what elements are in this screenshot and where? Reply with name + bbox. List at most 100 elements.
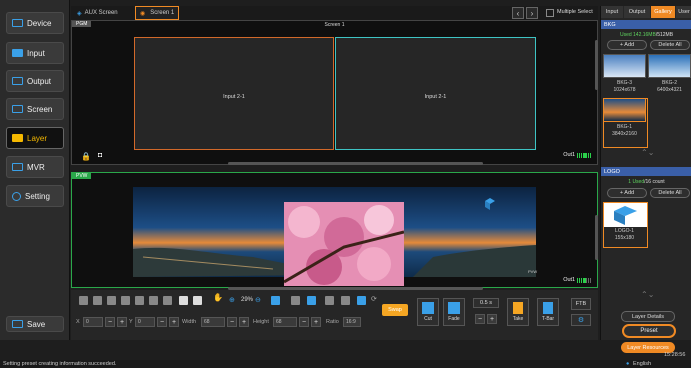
camera-icon[interactable]: ◘ [98,152,102,159]
sidebar-item-device[interactable]: Device [6,12,64,34]
tab-gallery[interactable]: Gallery [651,6,675,18]
pvw-panel[interactable]: PVW PVW Out1 [71,172,598,290]
sidebar-item-input[interactable]: Input [6,42,64,64]
out-label: Out1 [563,152,576,158]
preset-button[interactable]: Preset [622,324,676,338]
sidebar-item-screen[interactable]: Screen [6,98,64,120]
copy-layer-icon[interactable] [193,296,202,305]
bkg-3-thumbnail[interactable] [603,54,646,78]
pgm-panel[interactable]: PGM Screen 1 Input 2-1 Input 2-1 🔒 ◘ Out… [71,20,598,165]
close-window-icon[interactable] [163,296,172,305]
height-input[interactable]: 68 [273,317,297,327]
width-decrement-button[interactable]: − [227,317,237,327]
window-label: Input 2-1 [223,93,245,100]
settings-gear-icon[interactable]: ⚙ [571,314,591,326]
logo-1-size: 155x180 [614,235,635,241]
tab-screen-1[interactable]: ◉ Screen 1 [135,6,180,20]
signal-meter-icon [577,152,591,158]
duration-decrement-button[interactable]: − [475,314,485,324]
bkg-collapse-chevron-icon[interactable]: ⌃⌄ [641,148,654,157]
language-selector[interactable]: English [633,361,651,367]
tab-input[interactable]: Input [601,6,623,18]
align-left-icon[interactable] [79,296,88,305]
align-top-icon[interactable] [121,296,130,305]
sidebar-item-layer[interactable]: Layer [6,127,64,149]
fullscreen-icon[interactable] [179,296,188,305]
logo-add-button[interactable]: + Add [607,188,647,198]
duration-input[interactable]: 0.5 s [473,298,499,308]
zoom-out-icon[interactable]: ⊖ [255,296,261,304]
mirror-icon[interactable] [357,296,366,305]
pvw-vertical-scrollbar[interactable] [595,215,598,260]
logo-overlay-icon[interactable] [483,197,497,211]
image-icon[interactable] [307,296,316,305]
x-increment-button[interactable]: + [117,317,127,327]
swap-button[interactable]: Swap [382,304,408,316]
duration-increment-button[interactable]: + [487,314,497,324]
pgm-vertical-scrollbar[interactable] [595,40,598,90]
signal-meter-icon [577,277,591,283]
fade-button[interactable]: Fade [443,298,465,326]
bkg-add-button[interactable]: + Add [607,40,647,50]
sidebar-item-mvr[interactable]: MVR [6,156,64,178]
fit-screen-icon[interactable] [271,296,280,305]
x-decrement-button[interactable]: − [105,317,115,327]
delete-icon[interactable] [325,296,334,305]
logo-used: 1 Used [628,179,645,185]
ratio-input[interactable]: 16:9 [343,317,361,327]
sidebar-item-output[interactable]: Output [6,70,64,92]
next-arrow-icon[interactable]: › [526,7,538,19]
align-center-icon[interactable] [93,296,102,305]
y-input[interactable]: 0 [135,317,155,327]
fade-icon [448,302,460,314]
y-label: Y [129,319,133,325]
bkg-3-size: 1024x678 [613,87,636,93]
bkg-2-size: 6400x4321 [657,87,682,93]
multiple-select-checkbox[interactable] [546,9,554,17]
width-input[interactable]: 68 [201,317,225,327]
hand-icon[interactable]: ✋ [213,293,223,302]
screen-tab-bar: ◈ AUX Screen ◉ Screen 1 ‹ › Multiple Sel… [71,6,598,20]
pvw-watermark: PVW [528,269,538,274]
align-middle-icon[interactable] [135,296,144,305]
cut-button[interactable]: Cut [417,298,439,326]
tab-output[interactable]: Output [624,6,650,18]
prev-arrow-icon[interactable]: ‹ [512,7,524,19]
logo-delete-all-button[interactable]: Delete All [650,188,690,198]
tbar-button[interactable]: T-Bar [537,298,559,326]
logo-1-selected-frame[interactable] [603,202,648,248]
layer-details-button[interactable]: Layer Details [621,311,675,322]
tab-label: Screen 1 [150,10,175,16]
width-increment-button[interactable]: + [239,317,249,327]
bkg-used: Used 142.16MB [619,32,656,38]
height-increment-button[interactable]: + [311,317,321,327]
tab-user[interactable]: User [676,6,691,18]
input-icon [12,49,23,57]
zoom-in-icon[interactable]: ⊕ [229,296,235,304]
pgm-scrollbar[interactable] [228,162,483,165]
logo-total: /16 count [644,179,665,185]
refresh-icon[interactable]: ⟳ [371,295,377,303]
logo-collapse-chevron-icon[interactable]: ⌃⌄ [641,290,654,299]
foreground-layer-window[interactable] [284,202,404,286]
tab-aux-screen[interactable]: ◈ AUX Screen [73,6,122,20]
globe-icon[interactable]: ● [626,361,629,367]
lock-icon[interactable]: 🔒 [81,152,91,161]
sidebar-item-setting[interactable]: Setting [6,185,64,207]
save-label: Save [27,319,46,329]
bkg-2-thumbnail[interactable] [648,54,691,78]
bkg-delete-all-button[interactable]: Delete All [650,40,690,50]
x-input[interactable]: 0 [83,317,103,327]
save-button[interactable]: Save [6,316,64,332]
align-bottom-icon[interactable] [149,296,158,305]
y-decrement-button[interactable]: − [157,317,167,327]
align-right-icon[interactable] [107,296,116,305]
clear-icon[interactable] [341,296,350,305]
take-button[interactable]: Take [507,298,529,326]
pgm-window-right[interactable]: Input 2-1 [335,37,536,150]
grid-icon[interactable] [291,296,300,305]
y-increment-button[interactable]: + [169,317,179,327]
ftb-button[interactable]: FTB [571,298,591,310]
height-decrement-button[interactable]: − [299,317,309,327]
pgm-window-left[interactable]: Input 2-1 [134,37,334,150]
